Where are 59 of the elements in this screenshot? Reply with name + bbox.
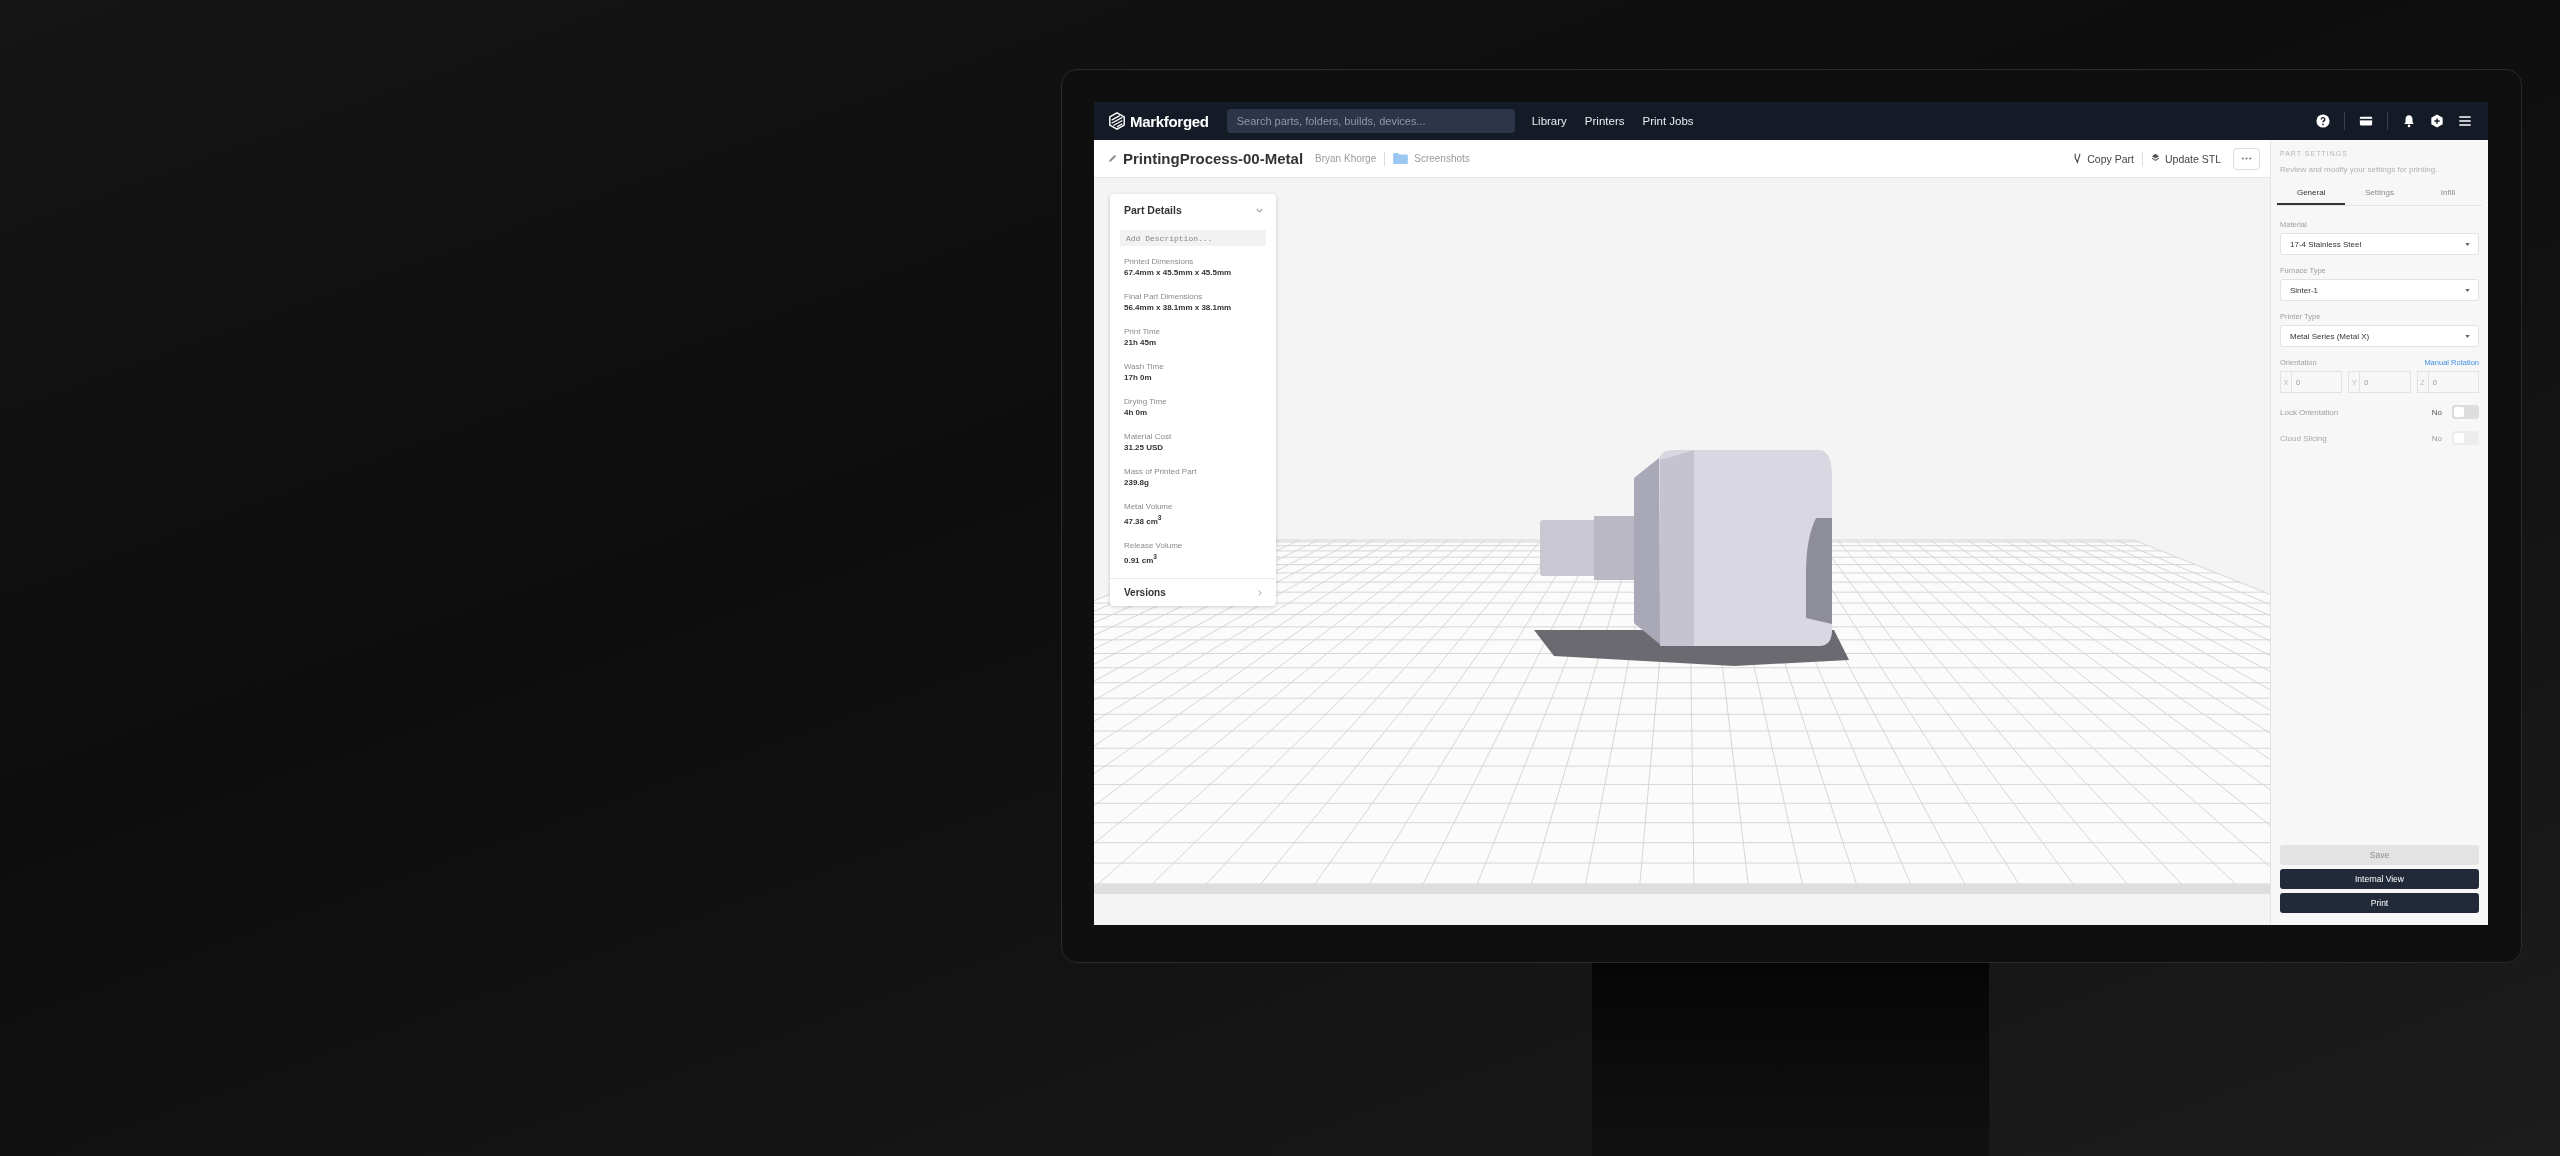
field-label: Wash Time: [1124, 361, 1165, 372]
field-label: Drying Time: [1124, 396, 1168, 407]
nav-link[interactable]: Print Jobs: [1642, 115, 1694, 127]
notification-bell-icon[interactable]: [2402, 114, 2416, 128]
field-value: 21h 45m: [1124, 337, 1158, 349]
field-value: 0.91 cm$^{3}$: [1124, 551, 1159, 567]
field-value: 47.38 cm$^{3}$: [1124, 513, 1163, 528]
owner-name: Bryan Khorge: [1315, 153, 1377, 164]
branch-icon: [2073, 153, 2083, 164]
toggle-label: Cloud Slicing: [2280, 433, 2328, 443]
panel-title: Part Details: [1124, 204, 1182, 216]
dropdown[interactable]: Metal Series (Metal X): [2280, 325, 2479, 347]
field-label: Final Part Dimensions: [1124, 291, 1204, 302]
hexagon-icon[interactable]: [2430, 114, 2444, 128]
field-value: 4h 0m: [1124, 407, 1149, 419]
action-button[interactable]: Print: [2280, 893, 2479, 913]
settings-tab[interactable]: General: [2277, 183, 2346, 205]
toggle-state: No: [2431, 433, 2442, 443]
toggle-state: No: [2431, 407, 2442, 417]
nav-link[interactable]: Printers: [1584, 115, 1625, 127]
field-label: Material Cost: [1124, 431, 1173, 442]
section-subtitle: Review and modify your settings for printing.: [2280, 165, 2439, 174]
field-value: 67.4mm x 45.5mm x 45.5mm: [1124, 267, 1233, 279]
action-button[interactable]: Update STL: [2146, 152, 2225, 165]
part-title: PrintingProcess-00-Metal: [1123, 150, 1304, 167]
toggle-label: Lock Orientation: [2280, 407, 2340, 417]
action-button[interactable]: Copy Part: [2069, 152, 2138, 165]
more-icon: [2240, 157, 2253, 160]
folder-icon: [1393, 153, 1409, 164]
dropdown[interactable]: Sinter-1: [2280, 279, 2479, 301]
card-icon[interactable]: [2359, 114, 2373, 128]
field-label: Print Time: [1124, 326, 1161, 337]
field-label: Mass of Printed Part: [1124, 466, 1198, 477]
nav-link[interactable]: Library: [1531, 115, 1567, 127]
search-field[interactable]: Search parts, folders, builds, devices...: [1226, 109, 1515, 133]
logo-icon: [1108, 112, 1126, 130]
toggle-switch[interactable]: [2452, 405, 2479, 419]
caret-icon: [2465, 334, 2470, 338]
menu-icon[interactable]: [2458, 114, 2472, 128]
field-label: Metal Volume: [1124, 501, 1174, 512]
action-button[interactable]: Internal View: [2280, 869, 2479, 889]
help-icon[interactable]: [2316, 114, 2330, 128]
field-value: 17h 0m: [1124, 372, 1153, 384]
field-label: Printed Dimensions: [1124, 256, 1195, 267]
versions-row[interactable]: Versions: [1110, 578, 1276, 607]
field-value: 56.4mm x 38.1mm x 38.1mm: [1124, 302, 1233, 314]
brand-name: Markforged: [1130, 112, 1209, 130]
chevron-right-icon: [1256, 588, 1264, 597]
field-label: Release Volume: [1124, 539, 1184, 551]
settings-tab[interactable]: Infill: [2413, 183, 2482, 205]
dropdown[interactable]: 17-4 Stainless Steel: [2280, 233, 2479, 255]
pencil-icon: [1108, 154, 1117, 163]
layers-icon: [2150, 153, 2160, 164]
settings-tab[interactable]: Settings: [2345, 183, 2414, 205]
field-value: 31.25 USD: [1124, 442, 1165, 454]
caret-icon: [2465, 288, 2470, 292]
field-value: 239.8g: [1124, 477, 1150, 489]
description-field[interactable]: Add Description...: [1120, 230, 1266, 246]
caret-icon: [2465, 242, 2470, 246]
